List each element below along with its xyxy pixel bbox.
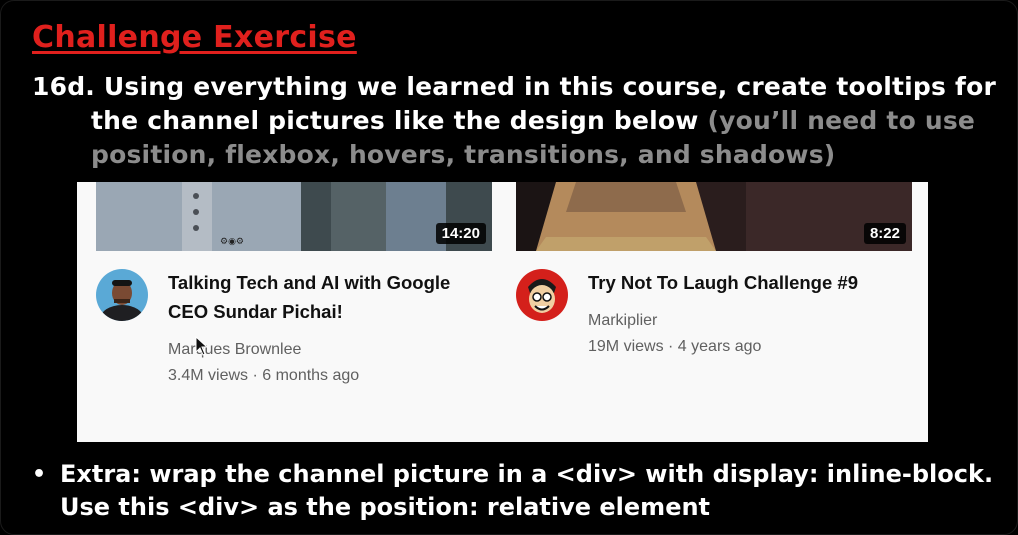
video-title-line: CEO Sundar Pichai! [168,301,343,322]
mouse-cursor-icon [195,336,209,356]
bullet-icon: • [32,462,47,487]
video-title-line: Talking Tech and AI with Google [168,272,451,293]
channel-name[interactable]: Markiplier [588,308,761,334]
video-duration: 8:22 [863,223,906,244]
avatar-mkbhd-icon [96,269,148,321]
task-line-1: 16d. Using everything we learned in this… [32,72,996,101]
channel-avatar-icon[interactable] [516,269,568,321]
channel-avatar-icon[interactable] [96,269,148,321]
video-grid-preview: ⚙◉⚙ 14:20 Talking Tech and AI with Googl… [77,182,928,442]
video-title[interactable]: Talking Tech and AI with Google CEO Sund… [168,268,450,326]
task-line-2-note: (you’ll need to use [707,106,976,135]
task-line-3: position, flexbox, hovers, transitions, … [91,140,836,169]
thumbnail-image [516,182,912,251]
extra-line-1: Extra: wrap the channel picture in a <di… [60,460,994,488]
video-title[interactable]: Try Not To Laugh Challenge #9 [588,268,858,297]
task-line-2-main: the channel pictures like the design bel… [91,106,708,135]
thumbnail-image: ⚙◉⚙ [96,182,492,251]
video-stats: 3.4M views · 6 months ago [168,367,360,384]
extra-line-2: Use this <div> as the position: relative… [60,493,711,521]
video-meta: Markiplier 19M views · 4 years ago [588,308,761,360]
task-description: 16d. Using everything we learned in this… [32,70,996,172]
video-thumbnail[interactable]: 8:22 [516,182,912,251]
video-stats: 19M views · 4 years ago [588,338,762,355]
task-line-2: the channel pictures like the design bel… [32,104,992,138]
svg-text:⚙◉⚙: ⚙◉⚙ [220,237,244,247]
avatar-markiplier-icon [516,269,568,321]
video-thumbnail[interactable]: ⚙◉⚙ 14:20 [96,182,492,251]
slide-heading: Challenge Exercise [32,20,357,55]
extra-note: • Extra: wrap the channel picture in a <… [32,458,1002,524]
video-duration: 14:20 [435,223,486,244]
video-title-line: Try Not To Laugh Challenge #9 [588,272,858,293]
